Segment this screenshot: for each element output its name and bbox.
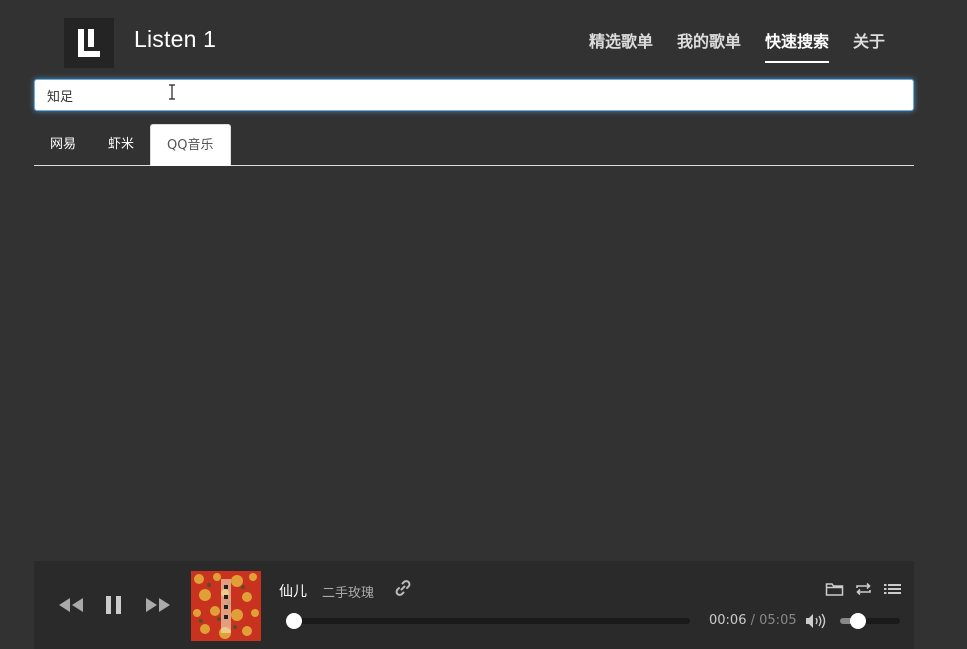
total-time: 05:05 [759,613,797,628]
nav-item-about[interactable]: 关于 [853,28,885,63]
repeat-icon[interactable] [854,581,873,597]
search-input[interactable] [34,79,914,111]
nav-item-my-playlists[interactable]: 我的歌单 [677,28,741,63]
listen1-logo-icon [78,29,100,57]
album-art-image [191,571,261,641]
source-tabs: 网易 虾米 QQ音乐 [34,124,914,166]
song-title[interactable]: 仙儿 [279,581,307,601]
player-actions [825,581,902,597]
progress-bar[interactable] [286,613,690,629]
fast-forward-icon[interactable] [145,596,171,614]
tab-qq-music[interactable]: QQ音乐 [150,124,231,166]
time-display: 00:06 / 05:05 [709,613,797,628]
time-separator: / [750,613,755,628]
rewind-icon[interactable] [58,596,84,614]
nav-item-featured-playlists[interactable]: 精选歌单 [589,28,653,63]
progress-handle[interactable] [286,613,303,629]
playlist-icon[interactable] [883,581,902,597]
folder-icon[interactable] [825,581,844,597]
link-icon[interactable] [394,579,412,597]
nav-item-quick-search[interactable]: 快速搜索 [764,28,829,63]
main-nav: 精选歌单 我的歌单 快速搜索 关于 [565,28,885,63]
tab-netease[interactable]: 网易 [34,124,92,166]
tab-xiami[interactable]: 虾米 [92,124,150,166]
volume-handle[interactable] [850,613,866,629]
volume-icon[interactable] [805,613,827,629]
app-title: Listen 1 [134,26,217,52]
pause-icon[interactable] [104,595,124,615]
player-bar: 仙儿 二手玫瑰 00:06 / 05:05 [34,561,914,649]
album-cover[interactable] [191,571,261,641]
volume-slider[interactable] [840,613,900,629]
text-cursor-icon [169,84,175,100]
current-time: 00:06 [709,613,747,628]
song-artist[interactable]: 二手玫瑰 [322,582,374,601]
app-logo [64,18,114,68]
